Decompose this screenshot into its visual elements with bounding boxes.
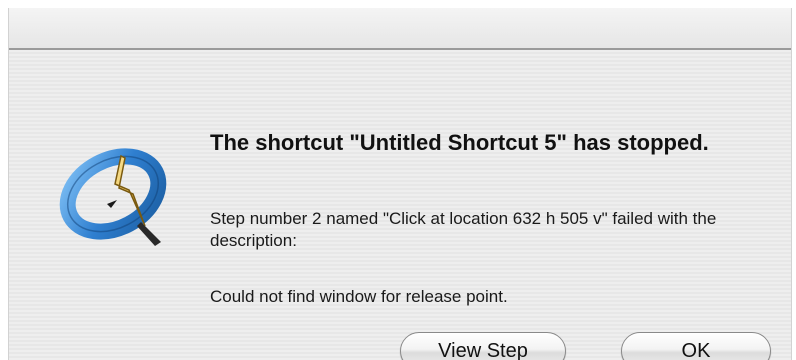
- dialog-titlebar: [9, 8, 791, 50]
- view-step-button[interactable]: View Step: [400, 332, 566, 360]
- alert-dialog: The shortcut "Untitled Shortcut 5" has s…: [8, 8, 792, 360]
- alert-reason-text: Could not find window for release point.: [210, 287, 508, 306]
- dialog-body: The shortcut "Untitled Shortcut 5" has s…: [9, 50, 791, 360]
- alert-title: The shortcut "Untitled Shortcut 5" has s…: [210, 130, 709, 155]
- quickeys-q-icon: [59, 148, 167, 246]
- ok-button[interactable]: OK: [621, 332, 771, 360]
- alert-detail-text: Step number 2 named "Click at location 6…: [210, 209, 717, 250]
